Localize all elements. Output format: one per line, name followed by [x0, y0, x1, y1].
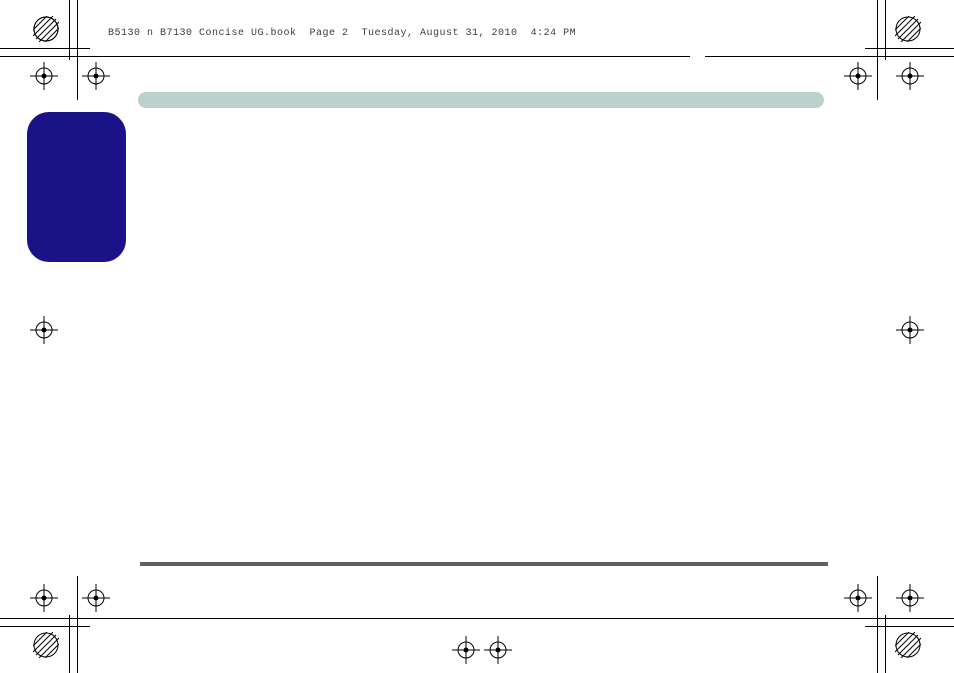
registration-mark-icon — [844, 584, 872, 612]
registration-mark-icon — [484, 636, 512, 664]
registration-mark-icon — [82, 584, 110, 612]
registration-mark-icon — [30, 62, 58, 90]
registration-mark-icon — [896, 62, 924, 90]
printer-mark-hatched-circle-icon — [895, 632, 921, 658]
crop-line-icon — [885, 0, 886, 60]
crop-line-icon — [885, 615, 886, 673]
footer-rule — [140, 562, 828, 566]
crop-line-icon — [705, 56, 954, 57]
crop-line-icon — [0, 618, 954, 619]
side-tab — [27, 112, 126, 262]
registration-mark-icon — [30, 584, 58, 612]
registration-mark-icon — [82, 62, 110, 90]
registration-mark-icon — [844, 62, 872, 90]
crop-line-icon — [77, 0, 78, 100]
printer-mark-hatched-circle-icon — [33, 632, 59, 658]
crop-line-icon — [69, 615, 70, 673]
crop-line-icon — [0, 56, 690, 57]
crop-line-icon — [69, 0, 70, 60]
crop-line-icon — [877, 0, 878, 100]
crop-line-icon — [865, 626, 954, 627]
page-header-text: B5130 n B7130 Concise UG.book Page 2 Tue… — [108, 28, 576, 39]
registration-mark-icon — [896, 316, 924, 344]
crop-line-icon — [0, 626, 90, 627]
section-header-bar — [138, 92, 824, 108]
crop-line-icon — [865, 48, 954, 49]
crop-line-icon — [0, 48, 90, 49]
crop-line-icon — [877, 576, 878, 673]
registration-mark-icon — [896, 584, 924, 612]
registration-mark-icon — [30, 316, 58, 344]
registration-mark-icon — [452, 636, 480, 664]
printer-mark-hatched-circle-icon — [895, 16, 921, 42]
crop-line-icon — [77, 576, 78, 673]
printer-mark-hatched-circle-icon — [33, 16, 59, 42]
